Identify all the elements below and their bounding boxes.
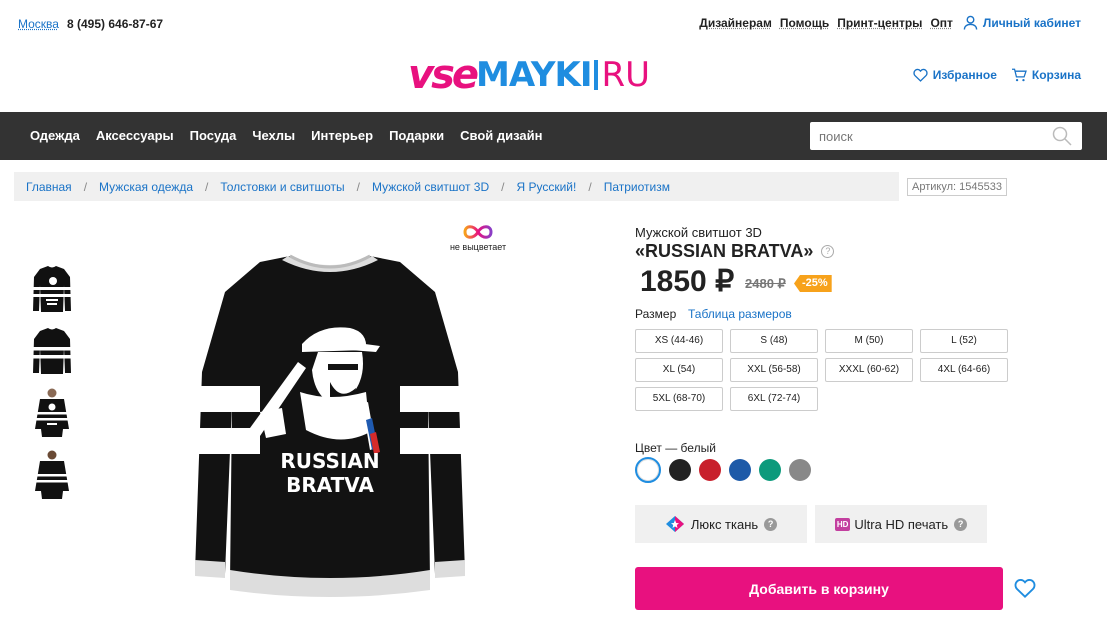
- nav-item-gifts[interactable]: Подарки: [389, 128, 444, 143]
- breadcrumb-home[interactable]: Главная: [26, 180, 72, 194]
- help-icon[interactable]: ?: [954, 517, 968, 531]
- no-fade-label: не выцветает: [449, 242, 507, 252]
- size-option-xxl[interactable]: XXL (56-58): [730, 358, 818, 382]
- color-swatch-gray[interactable]: [789, 459, 811, 481]
- nav-item-own-design[interactable]: Свой дизайн: [460, 128, 542, 143]
- heart-icon: [913, 68, 928, 82]
- cart-link[interactable]: Корзина: [1011, 68, 1081, 82]
- feature-lux-label: Люкс ткань: [690, 516, 759, 532]
- top-link-designers[interactable]: Дизайнерам: [699, 16, 772, 30]
- logo-part-vse: vse: [408, 52, 479, 98]
- thumbnail-model-back[interactable]: [32, 449, 72, 501]
- color-swatch-green[interactable]: [759, 459, 781, 481]
- thumbnail-back[interactable]: [32, 325, 72, 377]
- top-links: Дизайнерам Помощь Принт-центры Опт Личны…: [691, 15, 1081, 30]
- logo-divider: [593, 60, 598, 90]
- breadcrumb-hoodies[interactable]: Толстовки и свитшоты: [220, 180, 344, 194]
- article-number: Артикул: 1545533: [907, 178, 1007, 196]
- color-swatch-white[interactable]: [635, 457, 661, 483]
- infinity-icon: [463, 225, 493, 239]
- price: 1850 ₽: [640, 265, 735, 298]
- nav-item-cases[interactable]: Чехлы: [252, 128, 295, 143]
- star-diamond-icon: [665, 516, 684, 532]
- size-option-xxxl[interactable]: XXXL (60-62): [825, 358, 913, 382]
- size-option-l[interactable]: L (52): [920, 329, 1008, 353]
- search-box: [810, 122, 1082, 150]
- breadcrumb-separator: /: [356, 179, 360, 194]
- site-logo[interactable]: vse MAYKI RU: [408, 55, 650, 95]
- breadcrumb-mens-clothing[interactable]: Мужская одежда: [99, 180, 193, 194]
- header-actions: Избранное Корзина: [899, 68, 1081, 82]
- breadcrumb-separator: /: [501, 179, 505, 194]
- color-swatch-red[interactable]: [699, 459, 721, 481]
- breadcrumb-sweatshirt-3d[interactable]: Мужской свитшот 3D: [372, 180, 489, 194]
- logo-part-ru: RU: [601, 55, 651, 95]
- cart-icon: [1011, 68, 1027, 82]
- phone-number: 8 (495) 646-87-67: [67, 17, 164, 31]
- top-bar: Москва 8 (495) 646-87-67 Дизайнерам Помо…: [0, 0, 1107, 46]
- breadcrumb-patriotism[interactable]: Патриотизм: [604, 180, 670, 194]
- color-label: Цвет — белый: [635, 441, 716, 455]
- info-icon[interactable]: ?: [821, 245, 835, 258]
- nav-item-accessories[interactable]: Аксессуары: [96, 128, 174, 143]
- breadcrumb: Главная / Мужская одежда / Толстовки и сви…: [14, 172, 899, 201]
- old-price: 2480 ₽: [745, 276, 786, 291]
- search-icon[interactable]: [1052, 126, 1072, 146]
- add-to-cart-button[interactable]: Добавить в корзину: [635, 567, 1003, 610]
- account-label: Личный кабинет: [982, 15, 1081, 30]
- thumbnail-list: [32, 263, 72, 511]
- size-option-m[interactable]: M (50): [825, 329, 913, 353]
- no-fade-badge: не выцветает: [446, 224, 510, 252]
- size-options: XS (44-46) S (48) M (50) L (52) XL (54) …: [635, 329, 1010, 411]
- feature-hd-label: Ultra HD печать: [854, 516, 949, 532]
- size-option-6xl[interactable]: 6XL (72-74): [730, 387, 818, 411]
- user-icon: [963, 15, 978, 30]
- color-swatch-blue[interactable]: [729, 459, 751, 481]
- size-label: Размер: [635, 307, 677, 321]
- nav-item-clothes[interactable]: Одежда: [30, 128, 80, 143]
- breadcrumb-separator: /: [588, 179, 592, 194]
- product-name: «RUSSIAN BRATVA»: [635, 241, 814, 261]
- color-swatches: [635, 457, 819, 483]
- city-selector[interactable]: Москва: [18, 17, 59, 31]
- nav-menu: Одежда Аксессуары Посуда Чехлы Интерьер …: [30, 128, 558, 143]
- search-input[interactable]: [810, 122, 1040, 150]
- feature-hd-print[interactable]: HD Ultra HD печать ?: [815, 505, 987, 543]
- product-title: «RUSSIAN BRATVA» ?: [635, 241, 835, 262]
- main-nav: Одежда Аксессуары Посуда Чехлы Интерьер …: [0, 112, 1107, 160]
- thumbnail-front[interactable]: [32, 263, 72, 315]
- top-link-wholesale[interactable]: Опт: [930, 16, 952, 30]
- account-link[interactable]: Личный кабинет: [963, 15, 1081, 30]
- favorites-link[interactable]: Избранное: [913, 68, 997, 82]
- help-icon[interactable]: ?: [764, 517, 778, 531]
- nav-item-dishes[interactable]: Посуда: [190, 128, 237, 143]
- color-swatch-black[interactable]: [669, 459, 691, 481]
- breadcrumb-separator: /: [83, 179, 88, 194]
- hd-icon: HD: [834, 517, 851, 531]
- size-option-5xl[interactable]: 5XL (68-70): [635, 387, 723, 411]
- nav-item-interior[interactable]: Интерьер: [311, 128, 373, 143]
- top-link-print-centers[interactable]: Принт-центры: [837, 16, 922, 30]
- product-image: RUSSIAN BRATVA: [195, 254, 465, 597]
- product-type: Мужской свитшот 3D: [635, 225, 762, 240]
- size-option-xl[interactable]: XL (54): [635, 358, 723, 382]
- size-option-s[interactable]: S (48): [730, 329, 818, 353]
- top-link-help[interactable]: Помощь: [780, 16, 829, 30]
- size-table-link[interactable]: Таблица размеров: [688, 307, 792, 321]
- cart-label: Корзина: [1031, 68, 1081, 82]
- feature-lux-fabric[interactable]: Люкс ткань ?: [635, 505, 807, 543]
- breadcrumb-russian[interactable]: Я Русский!: [516, 180, 576, 194]
- favorite-heart-icon[interactable]: [1014, 577, 1036, 599]
- size-option-4xl[interactable]: 4XL (64-66): [920, 358, 1008, 382]
- size-option-xs[interactable]: XS (44-46): [635, 329, 723, 353]
- favorites-label: Избранное: [932, 68, 997, 82]
- breadcrumb-separator: /: [205, 179, 209, 194]
- print-line-1: RUSSIAN: [280, 449, 379, 473]
- print-line-2: BRATVA: [286, 473, 374, 497]
- thumbnail-model-front[interactable]: [32, 387, 72, 439]
- discount-badge: -25%: [794, 275, 832, 292]
- logo-part-mayki: MAYKI: [476, 55, 593, 95]
